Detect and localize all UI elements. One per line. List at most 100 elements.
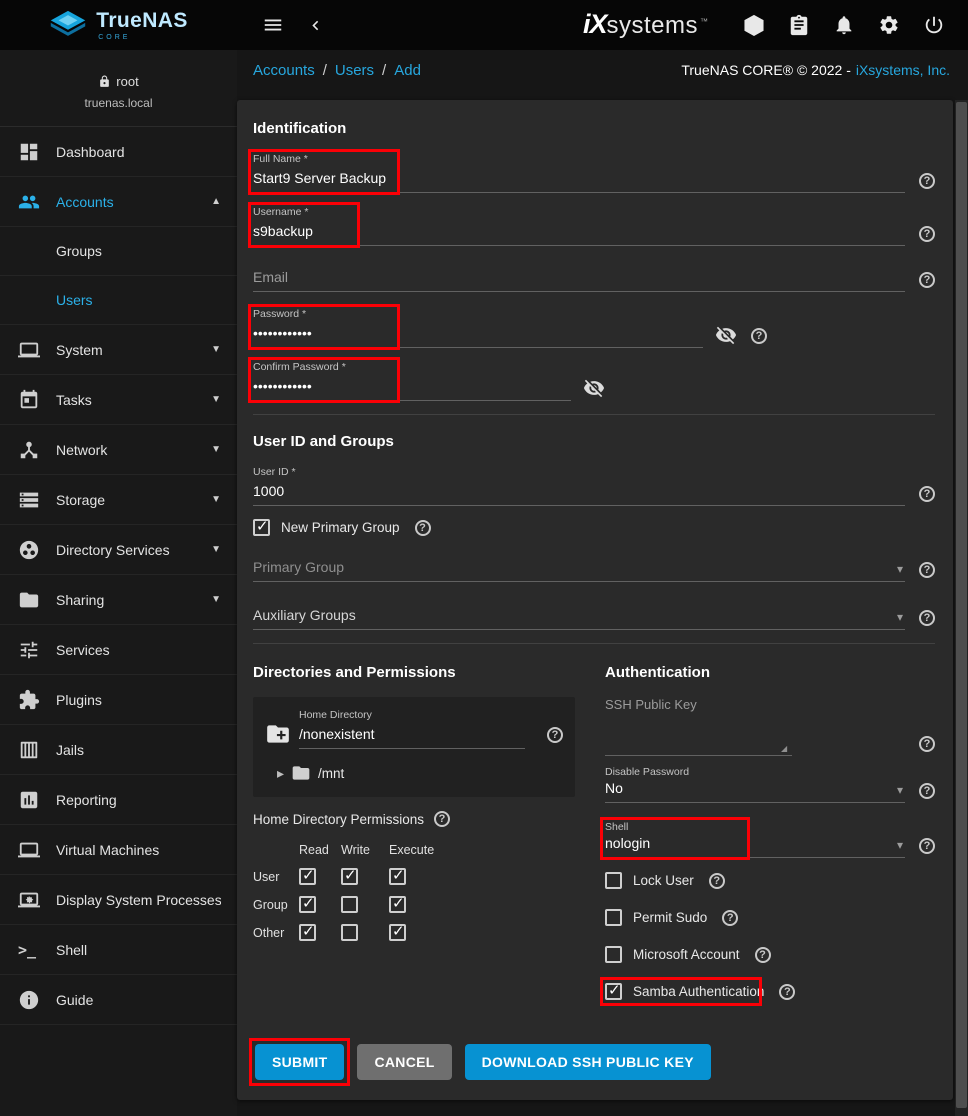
auxiliary-groups-select[interactable]: Auxiliary Groups — [253, 604, 905, 630]
sidebar-item-jails[interactable]: Jails — [0, 725, 237, 775]
truecommand-button[interactable] — [738, 9, 770, 41]
group-read-checkbox[interactable] — [299, 896, 316, 913]
breadcrumb-add[interactable]: Add — [394, 62, 421, 79]
lock-user-checkbox[interactable] — [605, 872, 622, 889]
sidebar-item-directory-services[interactable]: Directory Services — [0, 525, 237, 575]
permit-sudo-row: Permit Sudo — [605, 909, 935, 926]
sidebar-item-network[interactable]: Network — [0, 425, 237, 475]
sidebar-item-plugins[interactable]: Plugins — [0, 675, 237, 725]
username-input[interactable] — [253, 220, 905, 246]
group-execute-checkbox[interactable] — [389, 896, 406, 913]
ixsystems-logo-text: systems — [607, 12, 699, 40]
new-primary-group-checkbox[interactable] — [253, 519, 270, 536]
help-icon[interactable] — [919, 226, 935, 242]
user-read-checkbox[interactable] — [299, 868, 316, 885]
help-icon[interactable] — [919, 173, 935, 189]
help-icon[interactable] — [751, 328, 767, 344]
other-execute-checkbox[interactable] — [389, 924, 406, 941]
resize-handle-icon[interactable] — [781, 744, 787, 753]
help-icon[interactable] — [919, 838, 935, 854]
submit-button[interactable]: SUBMIT — [255, 1044, 344, 1080]
hamburger-menu-button[interactable] — [257, 9, 289, 41]
breadcrumb: Accounts / Users / Add TrueNAS CORE® © 2… — [237, 50, 968, 90]
sidebar-item-guide[interactable]: Guide — [0, 975, 237, 1025]
user-id-input[interactable] — [253, 480, 905, 506]
notifications-button[interactable] — [828, 9, 860, 41]
download-ssh-key-button[interactable]: DOWNLOAD SSH PUBLIC KEY — [465, 1044, 711, 1080]
visibility-off-icon[interactable] — [715, 324, 737, 346]
help-icon[interactable] — [919, 610, 935, 626]
help-icon[interactable] — [415, 520, 431, 536]
help-icon[interactable] — [434, 811, 450, 827]
disable-password-select[interactable]: No — [605, 780, 905, 803]
primary-group-select[interactable]: Primary Group — [253, 556, 905, 582]
email-input[interactable] — [253, 266, 905, 292]
settings-button[interactable] — [873, 9, 905, 41]
sidebar-item-services[interactable]: Services — [0, 625, 237, 675]
create-folder-icon[interactable] — [265, 721, 291, 747]
folder-icon — [18, 589, 40, 611]
help-icon[interactable] — [919, 486, 935, 502]
terminal-icon: >_ — [18, 939, 40, 961]
full-name-input[interactable] — [253, 167, 905, 193]
confirm-password-input[interactable] — [253, 375, 571, 401]
help-icon[interactable] — [919, 272, 935, 288]
sidebar-item-groups[interactable]: Groups — [0, 227, 237, 276]
auxiliary-groups-field: Auxiliary Groups — [253, 604, 935, 630]
section-title-authentication: Authentication — [605, 664, 935, 681]
help-icon[interactable] — [547, 727, 563, 743]
section-title-user-id-groups: User ID and Groups — [253, 433, 935, 450]
power-button[interactable] — [918, 9, 950, 41]
dropdown-arrow-icon — [897, 611, 903, 623]
shell-select[interactable]: nologin — [605, 835, 905, 858]
help-icon[interactable] — [919, 562, 935, 578]
truenas-logo[interactable]: TrueNAS CORE — [0, 10, 237, 41]
tasks-manager-button[interactable] — [783, 9, 815, 41]
sidebar-item-label: Plugins — [56, 692, 221, 708]
breadcrumb-accounts[interactable]: Accounts — [253, 62, 315, 79]
clipboard-icon — [788, 14, 810, 36]
scrollbar-thumb[interactable] — [956, 102, 967, 1108]
home-directory-input[interactable] — [299, 723, 525, 749]
ixsystems-link[interactable]: iXsystems, Inc. — [856, 62, 950, 78]
group-write-checkbox[interactable] — [341, 896, 358, 913]
sidebar-item-tasks[interactable]: Tasks — [0, 375, 237, 425]
shell-value: nologin — [605, 835, 650, 851]
visibility-off-icon[interactable] — [583, 377, 605, 399]
back-button[interactable] — [301, 11, 330, 40]
help-icon[interactable] — [709, 873, 725, 889]
permit-sudo-checkbox[interactable] — [605, 909, 622, 926]
user-write-checkbox[interactable] — [341, 868, 358, 885]
help-icon[interactable] — [919, 736, 935, 752]
other-read-checkbox[interactable] — [299, 924, 316, 941]
user-execute-checkbox[interactable] — [389, 868, 406, 885]
sidebar-item-reporting[interactable]: Reporting — [0, 775, 237, 825]
cancel-button[interactable]: CANCEL — [357, 1044, 451, 1080]
help-icon[interactable] — [722, 910, 738, 926]
full-name-label: Full Name * — [253, 153, 905, 165]
breadcrumb-users[interactable]: Users — [335, 62, 374, 79]
sidebar-item-accounts[interactable]: Accounts — [0, 177, 237, 227]
expand-arrow-icon[interactable] — [277, 765, 284, 782]
scrollbar-track[interactable] — [955, 100, 968, 1116]
sidebar-item-system[interactable]: System — [0, 325, 237, 375]
sidebar-item-users[interactable]: Users — [0, 276, 237, 325]
sidebar-item-sharing[interactable]: Sharing — [0, 575, 237, 625]
ixsystems-logo-prefix: iX — [583, 9, 607, 40]
sidebar-item-display-system-processes[interactable]: Display System Processes — [0, 875, 237, 925]
dashboard-icon — [18, 141, 40, 163]
dropdown-arrow-icon — [897, 563, 903, 575]
sidebar-item-storage[interactable]: Storage — [0, 475, 237, 525]
ssh-public-key-input[interactable] — [605, 714, 792, 756]
sidebar-item-shell[interactable]: >_ Shell — [0, 925, 237, 975]
samba-authentication-checkbox[interactable] — [605, 983, 622, 1000]
help-icon[interactable] — [919, 783, 935, 799]
sidebar-item-dashboard[interactable]: Dashboard — [0, 127, 237, 177]
help-icon[interactable] — [779, 984, 795, 1000]
tree-node-mnt[interactable]: /mnt — [265, 763, 563, 783]
sidebar-item-virtual-machines[interactable]: Virtual Machines — [0, 825, 237, 875]
microsoft-account-checkbox[interactable] — [605, 946, 622, 963]
help-icon[interactable] — [755, 947, 771, 963]
other-write-checkbox[interactable] — [341, 924, 358, 941]
password-input[interactable] — [253, 322, 703, 348]
